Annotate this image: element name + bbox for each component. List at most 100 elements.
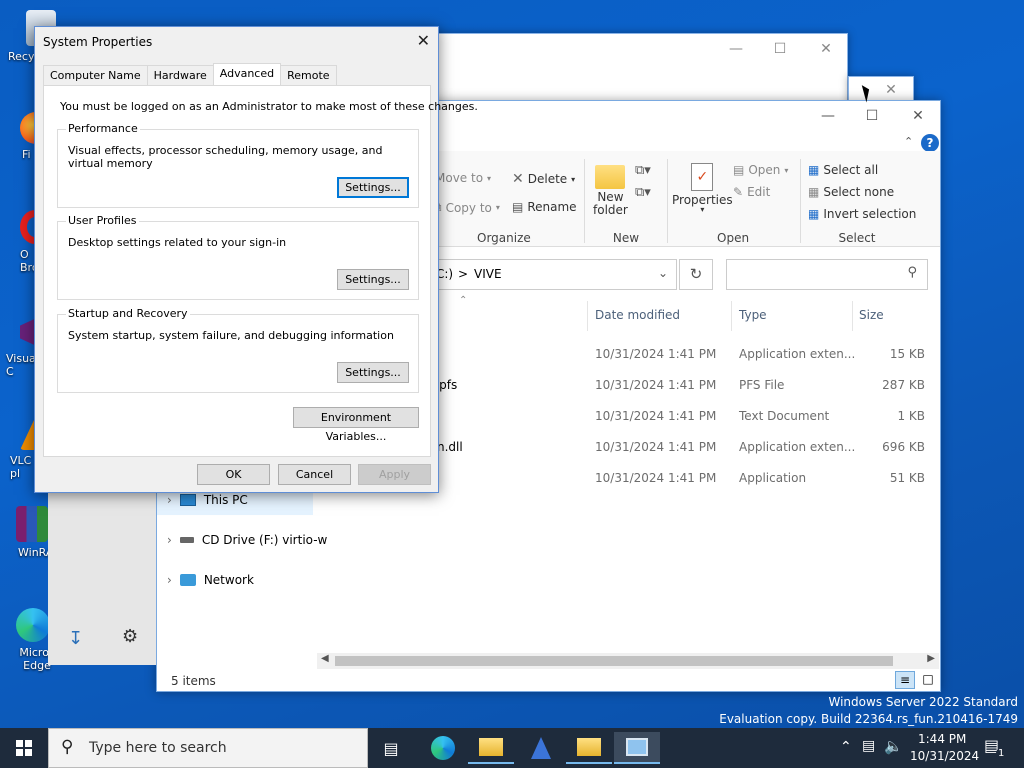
taskbar-search[interactable]: ⚲ Type here to search	[48, 728, 368, 768]
nav-item-this-pc[interactable]: › This PC	[167, 493, 248, 507]
column-divider	[852, 301, 853, 331]
address-separator: >	[458, 267, 469, 281]
copy-to-button[interactable]: ⧉Copy to▾	[433, 200, 500, 215]
task-view-button[interactable]: ▤	[368, 732, 414, 764]
advanced-tab-panel: You must be logged on as an Administrato…	[43, 85, 478, 457]
cancel-button[interactable]: Cancel	[278, 464, 351, 485]
delete-button[interactable]: ✕ Delete ▾	[512, 171, 575, 187]
group-description: Desktop settings related to your sign-in	[68, 236, 287, 249]
watermark-build: Evaluation copy. Build 22364.rs_fun.2104…	[719, 712, 1018, 726]
user-profiles-settings-button[interactable]: Settings...	[337, 269, 409, 290]
file-type: Application exten...	[739, 347, 856, 361]
select-none-icon: ▦	[808, 185, 820, 199]
rename-button[interactable]: ▤ Rename	[512, 200, 577, 214]
file-size: 15 KB	[889, 347, 925, 361]
group-description: Visual effects, processor scheduling, me…	[68, 144, 383, 170]
clock-time[interactable]: 1:44 PM	[918, 732, 966, 746]
file-date: 10/31/2024 1:41 PM	[595, 471, 717, 485]
group-title: User Profiles	[66, 214, 139, 227]
select-all-button[interactable]: ▦ Select all	[808, 163, 878, 177]
startup-recovery-group: Startup and Recovery System startup, sys…	[57, 307, 419, 393]
properties-button[interactable]: ✓ Properties ▾	[672, 163, 733, 214]
move-to-button[interactable]: Move to ▾	[435, 171, 491, 185]
gear-icon[interactable]: ⚙	[122, 626, 138, 647]
chevron-right-icon[interactable]: ›	[167, 493, 172, 507]
file-explorer-2-taskbar-button[interactable]	[566, 732, 612, 764]
file-size: 1 KB	[897, 409, 925, 423]
nav-item-network[interactable]: › Network	[167, 573, 254, 587]
taskbar: ⚲ Type here to search ▤ ⌃ ▤ 🔈 1:44 PM 10…	[0, 728, 1024, 768]
rename-icon: ▤	[512, 200, 524, 214]
search-input[interactable]: ⚲	[726, 259, 928, 290]
column-date-modified[interactable]: Date modified	[595, 308, 680, 322]
column-size[interactable]: Size	[859, 308, 884, 322]
open-button[interactable]: ▤ Open ▾	[733, 163, 788, 177]
user-profiles-group: User Profiles Desktop settings related t…	[57, 214, 419, 300]
scroll-left-icon[interactable]: ◀	[321, 653, 329, 664]
minimize-icon[interactable]: —	[713, 34, 759, 64]
clock-date[interactable]: 10/31/2024	[910, 749, 979, 763]
ribbon-separator	[800, 159, 801, 243]
close-icon[interactable]: ✕	[417, 31, 430, 50]
address-folder: VIVE	[474, 267, 502, 281]
delete-icon: ✕	[512, 171, 524, 187]
ok-button[interactable]: OK	[197, 464, 270, 485]
start-button[interactable]	[0, 728, 48, 768]
winrar-icon	[16, 506, 48, 542]
details-view-icon[interactable]: ≡	[895, 671, 915, 689]
tray-chevron-icon[interactable]: ⌃	[840, 739, 852, 755]
scroll-right-icon[interactable]: ▶	[927, 653, 935, 664]
ribbon-expand-icon[interactable]: ⌃	[904, 135, 913, 148]
refresh-button[interactable]: ↻	[679, 259, 713, 290]
close-icon[interactable]: ✕	[895, 101, 941, 131]
large-icons-view-icon[interactable]: □	[919, 671, 937, 689]
scrollbar-thumb[interactable]	[335, 656, 893, 666]
environment-variables-button[interactable]: Environment Variables...	[293, 407, 419, 443]
select-none-button[interactable]: ▦ Select none	[808, 185, 894, 199]
chevron-right-icon[interactable]: ›	[167, 573, 172, 587]
tab-computer-name[interactable]: Computer Name	[43, 65, 148, 85]
file-date: 10/31/2024 1:41 PM	[595, 378, 717, 392]
tab-advanced[interactable]: Advanced	[212, 63, 282, 85]
performance-group: Performance Visual effects, processor sc…	[57, 122, 419, 208]
help-icon[interactable]: ?	[921, 134, 939, 152]
move-to-label: Move to	[435, 171, 484, 185]
volume-muted-icon[interactable]: 🔈	[884, 737, 903, 755]
edge-taskbar-button[interactable]	[420, 732, 466, 764]
edit-button[interactable]: ✎ Edit	[733, 185, 770, 199]
tab-remote[interactable]: Remote	[280, 65, 337, 85]
chevron-right-icon[interactable]: ›	[167, 533, 172, 547]
apply-button[interactable]: Apply	[358, 464, 431, 485]
open-icon: ▤	[733, 163, 745, 177]
file-explorer-taskbar-button[interactable]	[468, 732, 514, 764]
system-properties-dialog[interactable]: System Properties ✕ Computer Name Hardwa…	[34, 26, 478, 493]
dialog-title: System Properties	[43, 35, 153, 49]
system-properties-taskbar-button[interactable]	[614, 732, 660, 764]
app-taskbar-button[interactable]	[518, 732, 564, 764]
select-all-label: Select all	[823, 163, 879, 177]
network-icon[interactable]: ▤	[862, 738, 875, 754]
maximize-icon[interactable]: ☐	[849, 101, 895, 131]
chevron-down-icon[interactable]: ⌄	[658, 266, 668, 280]
close-icon[interactable]: ✕	[803, 34, 849, 64]
tab-hardware[interactable]: Hardware	[146, 65, 214, 85]
performance-settings-button[interactable]: Settings...	[337, 177, 409, 198]
new-group-label: New	[612, 231, 640, 245]
easy-access-icon[interactable]: ⧉▾	[635, 185, 651, 200]
startup-recovery-settings-button[interactable]: Settings...	[337, 362, 409, 383]
invert-selection-button[interactable]: ▦ Invert selection	[808, 207, 916, 221]
folder-icon	[577, 738, 601, 756]
column-type[interactable]: Type	[739, 308, 767, 322]
nav-item-cd-drive[interactable]: › CD Drive (F:) virtio-w	[167, 533, 327, 547]
horizontal-scrollbar[interactable]: ◀ ▶	[317, 653, 939, 669]
rename-label: Rename	[527, 200, 577, 214]
new-folder-button[interactable]: New folder	[593, 165, 628, 217]
computer-icon	[179, 494, 196, 506]
minimize-icon[interactable]: —	[805, 101, 851, 131]
new-item-icon[interactable]: ⧉▾	[635, 163, 651, 178]
file-date: 10/31/2024 1:41 PM	[595, 347, 717, 361]
sort-up-icon: ⌃	[459, 295, 468, 306]
dropdown-icon: ▾	[487, 173, 492, 183]
maximize-icon[interactable]: ☐	[757, 34, 803, 64]
download-icon[interactable]: ↧	[68, 628, 83, 649]
